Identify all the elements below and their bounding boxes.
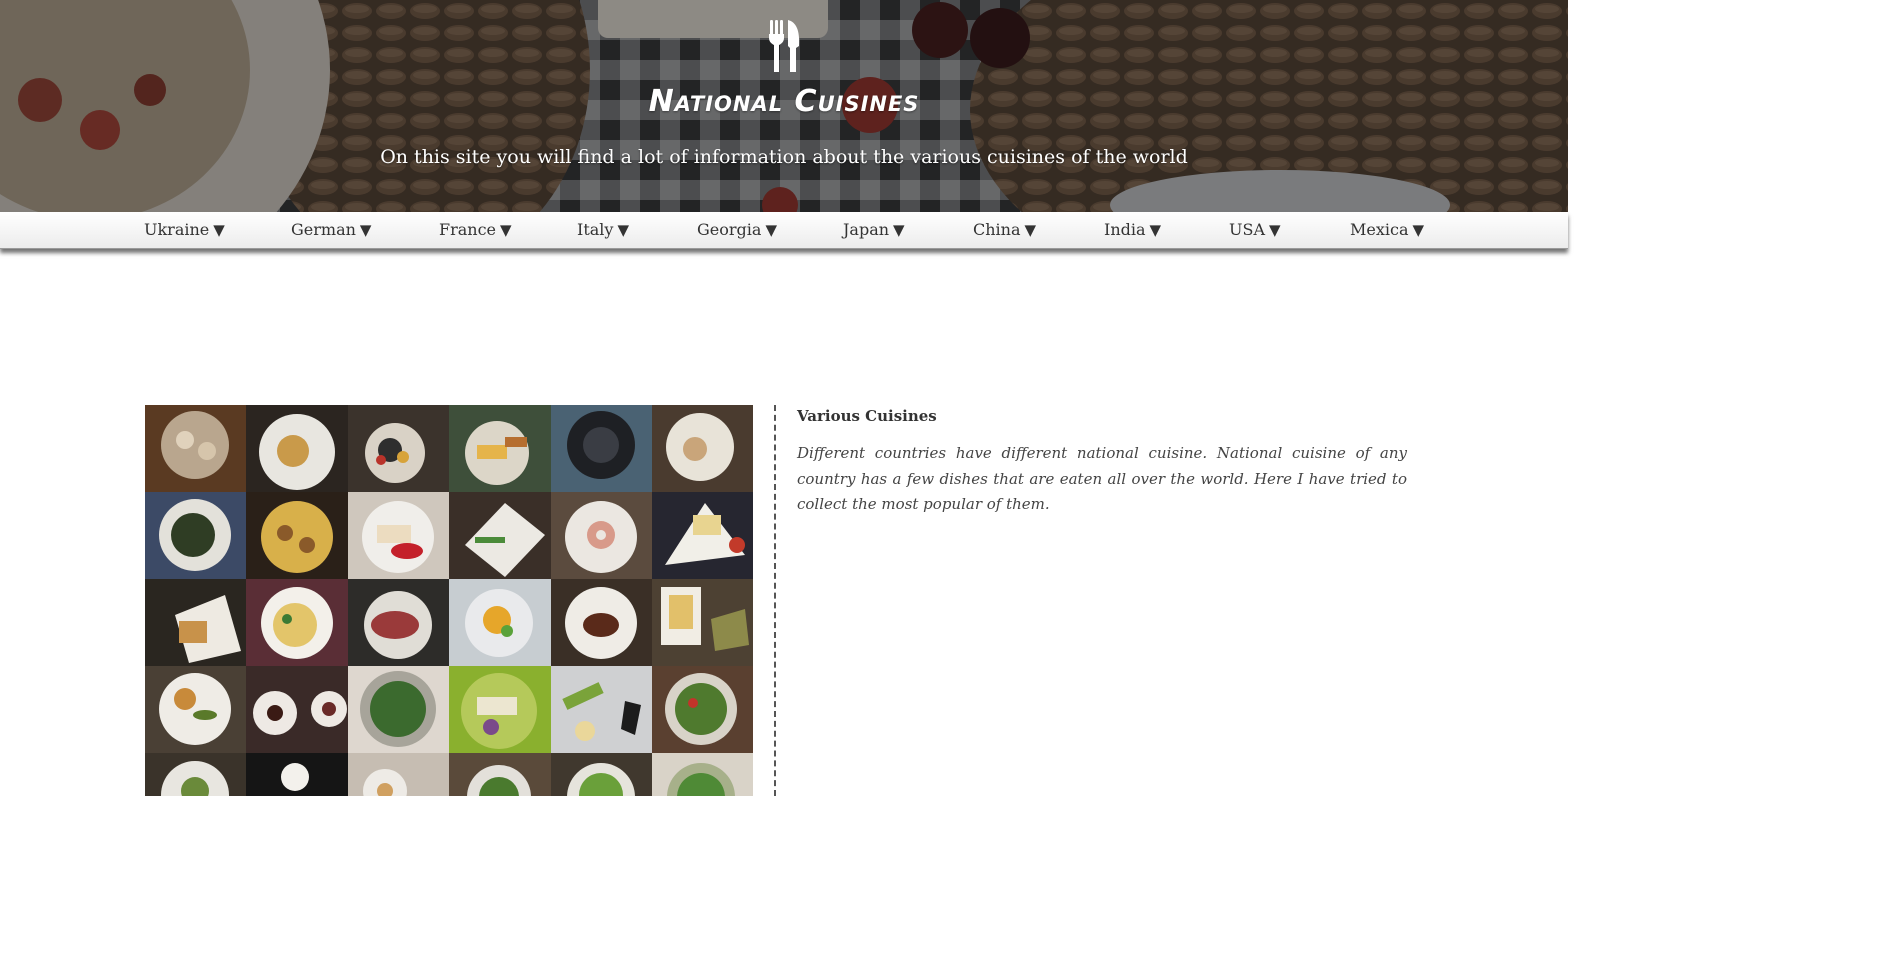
nav-item-label: USA	[1229, 220, 1265, 239]
dropdown-arrow-icon: ▼	[765, 221, 777, 239]
nav-item-ukraine[interactable]: Ukraine ▼	[144, 220, 225, 242]
nav-item-label: France	[439, 220, 497, 239]
hero-header: National Cuisines On this site you will …	[0, 0, 1568, 212]
dropdown-arrow-icon: ▼	[893, 221, 905, 239]
nav-item-france[interactable]: France ▼	[439, 220, 512, 242]
nav-item-label: German	[291, 220, 356, 239]
dropdown-arrow-icon: ▼	[213, 221, 225, 239]
nav-item-label: Georgia	[697, 220, 762, 239]
dropdown-arrow-icon: ▼	[1269, 221, 1281, 239]
dropdown-arrow-icon: ▼	[1024, 221, 1037, 239]
dropdown-arrow-icon: ▼	[500, 221, 512, 239]
food-photo-grid	[145, 405, 753, 796]
nav-item-japan[interactable]: Japan ▼	[843, 220, 905, 242]
fork-knife-icon	[769, 20, 800, 72]
nav-item-label: Ukraine	[144, 220, 210, 239]
nav-item-mexica[interactable]: Mexica ▼	[1350, 220, 1424, 242]
nav-item-label: Mexica	[1350, 220, 1409, 239]
nav-item-label: Italy	[577, 220, 614, 239]
section-title: Various Cuisines	[797, 407, 937, 425]
nav-item-china[interactable]: China ▼	[973, 220, 1036, 242]
dropdown-arrow-icon: ▼	[359, 221, 372, 239]
dropdown-arrow-icon: ▼	[1412, 221, 1425, 239]
dropdown-arrow-icon: ▼	[617, 221, 629, 239]
nav-item-label: India	[1104, 220, 1146, 239]
site-subtitle: On this site you will find a lot of info…	[380, 146, 1188, 168]
nav-item-usa[interactable]: USA ▼	[1229, 220, 1281, 242]
nav-item-german[interactable]: German ▼	[291, 220, 371, 242]
main-nav: Ukraine ▼ German ▼ France ▼ Italy ▼ Georgia ▼…	[0, 212, 1568, 249]
nav-item-italy[interactable]: Italy ▼	[577, 220, 629, 242]
food-photo-mosaic	[145, 405, 753, 796]
nav-item-india[interactable]: India ▼	[1104, 220, 1161, 242]
nav-item-georgia[interactable]: Georgia ▼	[697, 220, 777, 242]
site-title: National Cuisines	[648, 84, 920, 119]
nav-item-label: Japan	[843, 220, 890, 239]
content-divider	[774, 405, 776, 796]
nav-item-label: China	[973, 220, 1021, 239]
dropdown-arrow-icon: ▼	[1149, 221, 1162, 239]
section-description: Different countries have different natio…	[797, 444, 1407, 513]
